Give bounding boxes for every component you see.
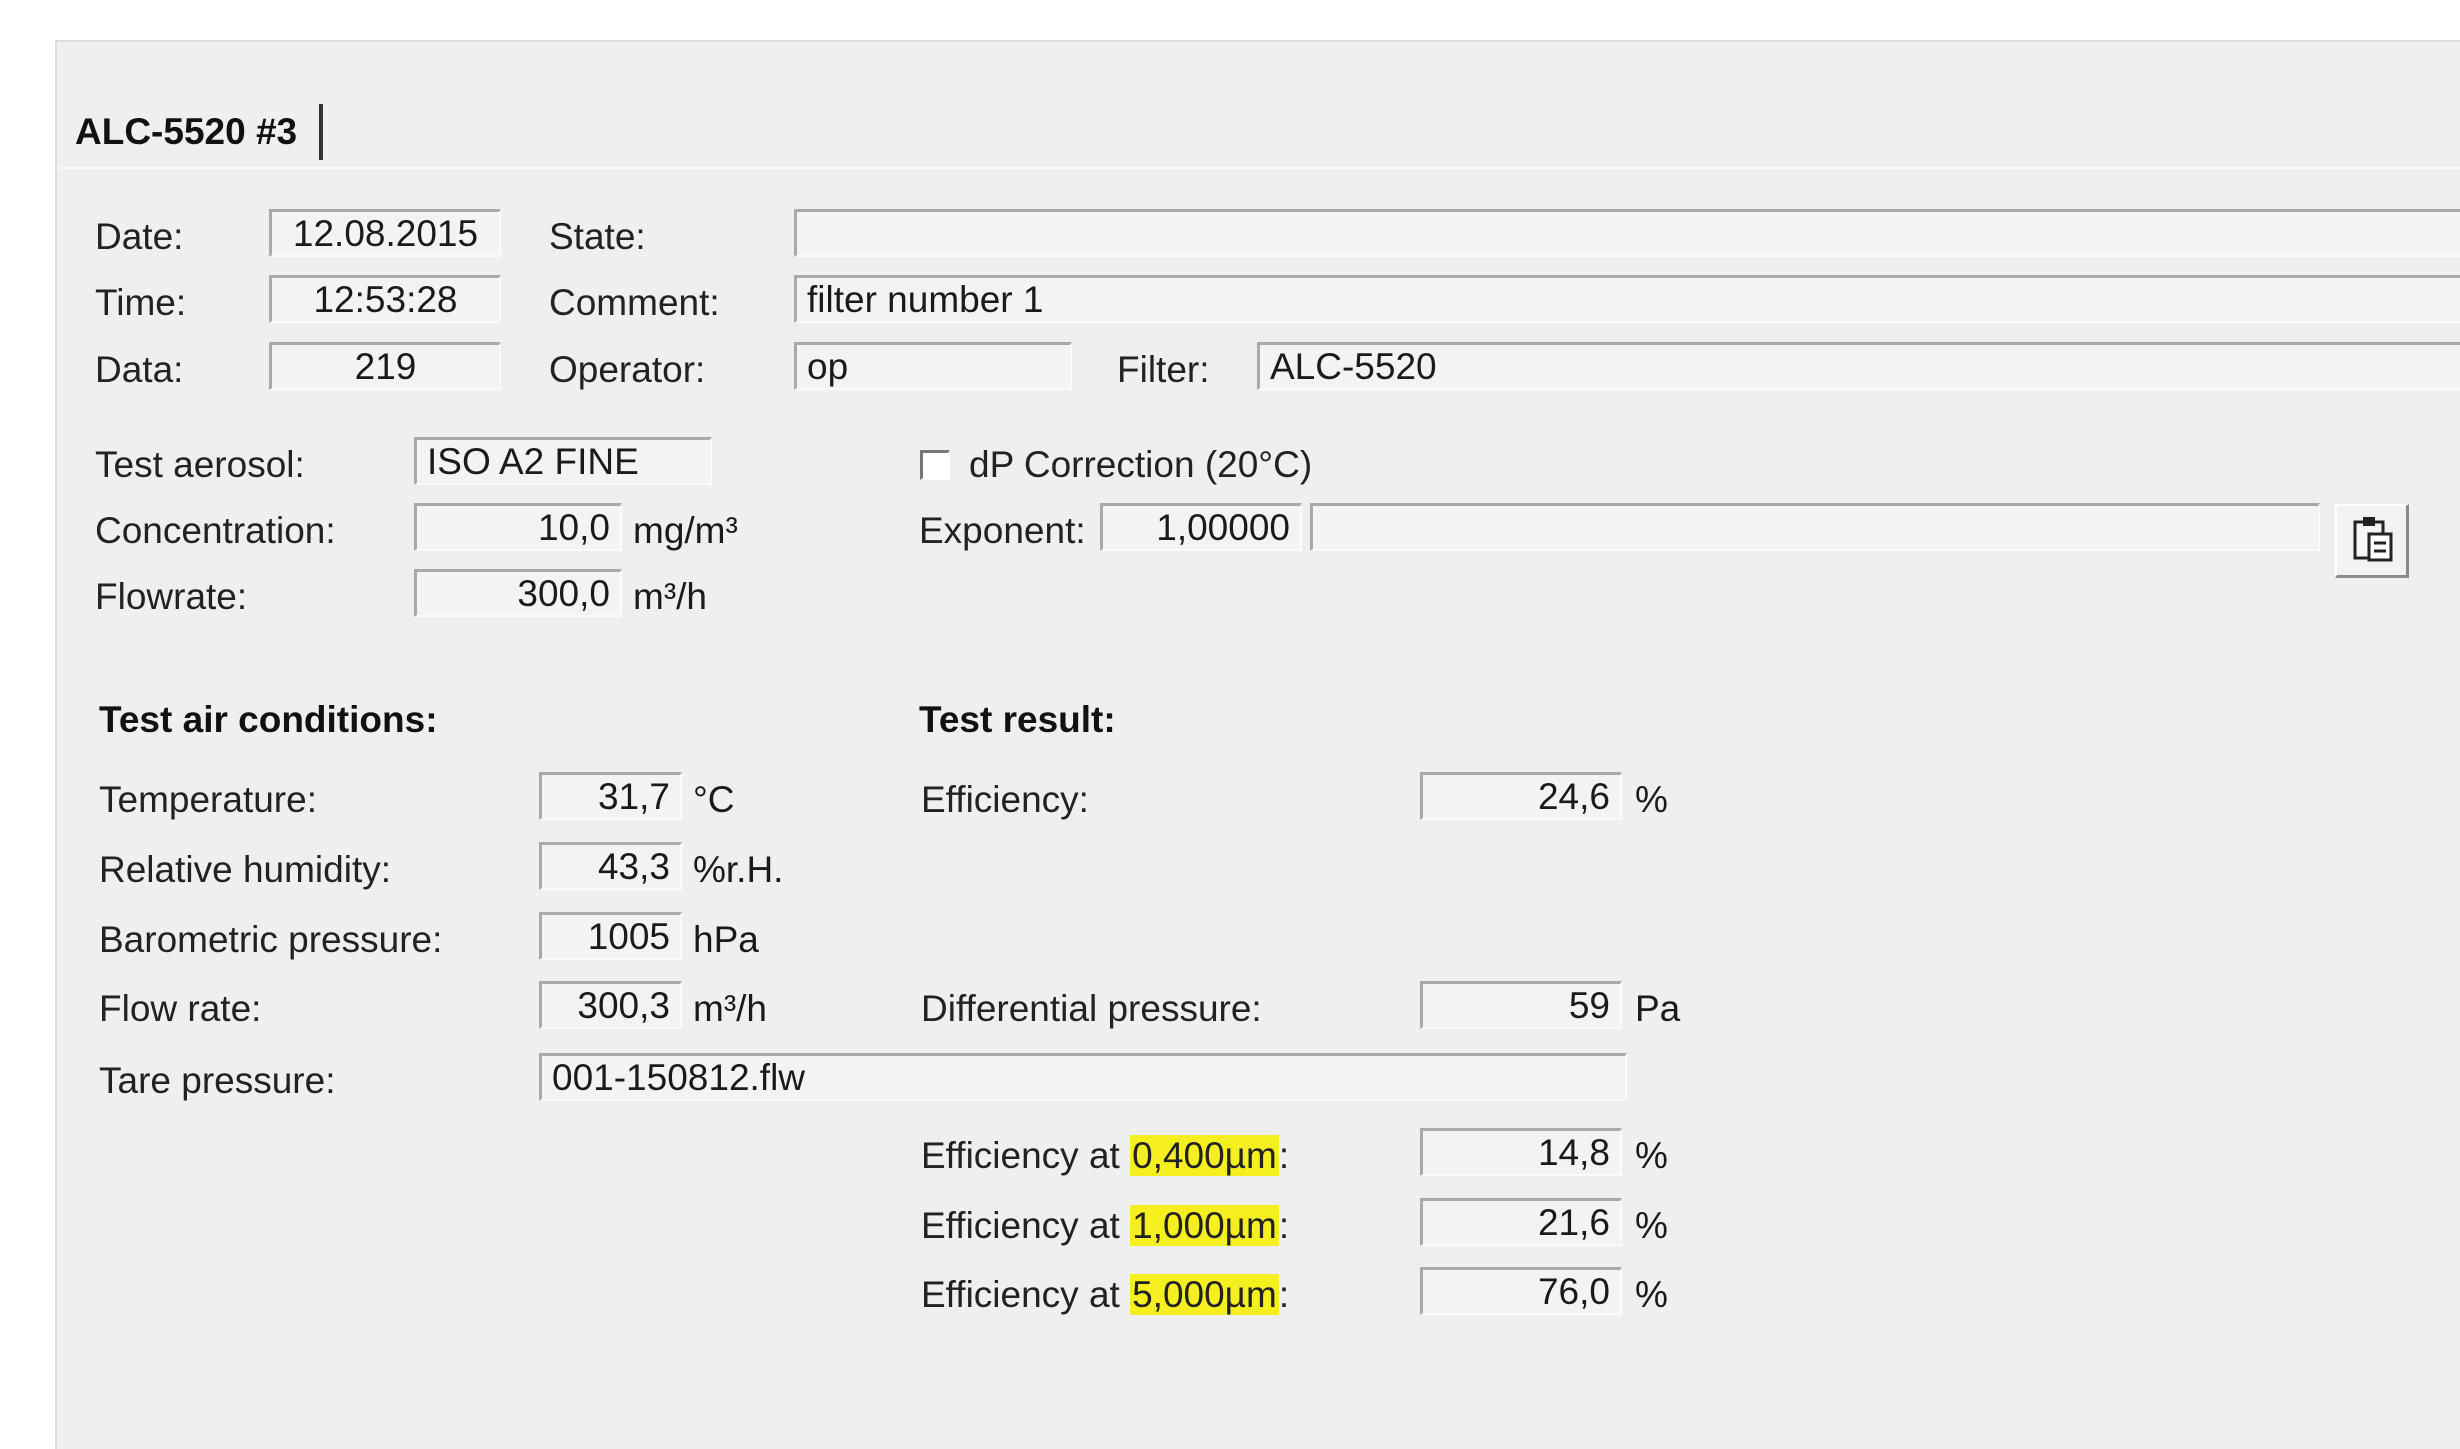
humidity-label: Relative humidity: (99, 849, 392, 890)
barometric-pressure-field[interactable]: 1005 (539, 912, 682, 960)
efficiency-at-suffix: : (1278, 1135, 1290, 1176)
concentration-field[interactable]: 10,0 (414, 503, 622, 551)
date-field[interactable]: 12.08.2015 (269, 209, 501, 257)
differential-pressure-field[interactable]: 59 (1420, 981, 1622, 1029)
test-aerosol-label: Test aerosol: (95, 444, 305, 485)
humidity-unit: %r.H. (693, 849, 784, 890)
tare-pressure-label: Tare pressure: (99, 1060, 336, 1101)
flow-rate-field[interactable]: 300,3 (539, 981, 682, 1029)
data-field[interactable]: 219 (269, 342, 501, 390)
barometric-pressure-unit: hPa (693, 919, 759, 960)
filter-field[interactable]: ALC-5520 (1257, 342, 2460, 390)
air-conditions-title: Test air conditions: (99, 699, 438, 740)
date-label: Date: (95, 216, 184, 257)
efficiency-at-suffix: : (1278, 1274, 1290, 1315)
concentration-label: Concentration: (95, 510, 336, 551)
comment-label: Comment: (549, 282, 720, 323)
tab-alc-5520[interactable]: ALC-5520 #3 (75, 104, 324, 160)
differential-pressure-label: Differential pressure: (921, 988, 1262, 1029)
differential-pressure-unit: Pa (1635, 988, 1681, 1029)
exponent-bar[interactable] (1310, 503, 2320, 551)
clipboard-button[interactable] (2335, 504, 2409, 578)
filter-label: Filter: (1117, 349, 1210, 390)
efficiency-0400-unit: % (1635, 1135, 1668, 1176)
dp-correction-label: dP Correction (20°C) (969, 444, 1313, 485)
flowrate-field[interactable]: 300,0 (414, 569, 622, 617)
clipboard-icon (2353, 517, 2393, 562)
efficiency-at-suffix: : (1278, 1205, 1290, 1246)
efficiency-label: Efficiency: (921, 779, 1089, 820)
efficiency-at-label: Efficiency at 5,000µm: (921, 1272, 1289, 1318)
efficiency-at-label: Efficiency at 0,400µm: (921, 1133, 1289, 1179)
time-field[interactable]: 12:53:28 (269, 275, 501, 323)
exponent-label: Exponent: (919, 510, 1086, 551)
dp-correction-checkbox[interactable] (920, 450, 950, 480)
flow-rate-label: Flow rate: (99, 988, 262, 1029)
operator-field[interactable]: op (794, 342, 1072, 390)
exponent-field[interactable]: 1,00000 (1100, 503, 1302, 551)
barometric-pressure-label: Barometric pressure: (99, 919, 443, 960)
report-panel: ALC-5520 #3 Date: 12.08.2015 Time: 12:53… (55, 40, 2460, 1449)
flow-rate-unit: m³/h (693, 988, 767, 1029)
temperature-field[interactable]: 31,7 (539, 772, 682, 820)
state-field[interactable] (794, 209, 2460, 257)
flowrate-label: Flowrate: (95, 576, 248, 617)
efficiency-1000-unit: % (1635, 1205, 1668, 1246)
efficiency-at-prefix: Efficiency at (921, 1135, 1120, 1176)
tare-pressure-field[interactable]: 001-150812.flw (539, 1053, 1627, 1101)
temperature-label: Temperature: (99, 779, 317, 820)
flowrate-unit: m³/h (633, 576, 707, 617)
comment-field[interactable]: filter number 1 (794, 275, 2460, 323)
efficiency-5000-unit: % (1635, 1274, 1668, 1315)
particle-size-highlight: 1,000µm (1130, 1205, 1279, 1246)
particle-size-highlight: 0,400µm (1130, 1135, 1279, 1176)
efficiency-field[interactable]: 24,6 (1420, 772, 1622, 820)
efficiency-at-label: Efficiency at 1,000µm: (921, 1203, 1289, 1249)
state-label: State: (549, 216, 646, 257)
time-label: Time: (95, 282, 187, 323)
operator-label: Operator: (549, 349, 706, 390)
efficiency-at-prefix: Efficiency at (921, 1274, 1120, 1315)
test-result-title: Test result: (919, 699, 1116, 740)
particle-size-highlight: 5,000µm (1130, 1274, 1279, 1315)
data-label: Data: (95, 349, 184, 390)
efficiency-1000-field[interactable]: 21,6 (1420, 1198, 1622, 1246)
humidity-field[interactable]: 43,3 (539, 842, 682, 890)
tab-divider (57, 167, 2460, 169)
efficiency-0400-field[interactable]: 14,8 (1420, 1128, 1622, 1176)
concentration-unit: mg/m³ (633, 510, 738, 551)
test-aerosol-field[interactable]: ISO A2 FINE (414, 437, 712, 485)
efficiency-at-prefix: Efficiency at (921, 1205, 1120, 1246)
temperature-unit: °C (693, 779, 735, 820)
efficiency-unit: % (1635, 779, 1668, 820)
efficiency-5000-field[interactable]: 76,0 (1420, 1267, 1622, 1315)
